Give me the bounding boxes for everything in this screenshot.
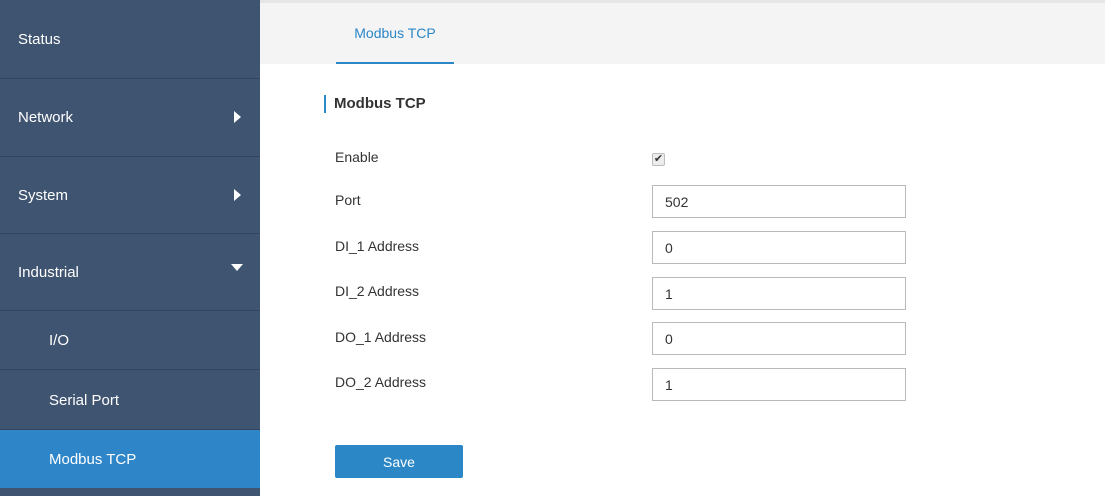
sidebar-item-serial-port[interactable]: Serial Port <box>0 370 260 430</box>
do1-address-label: DO_1 Address <box>335 329 427 345</box>
tab-modbus-tcp[interactable]: Modbus TCP <box>336 3 454 64</box>
enable-checkbox[interactable]: ✔ <box>652 153 665 166</box>
sidebar-item-label: Serial Port <box>49 392 120 409</box>
sidebar-item-label: System <box>18 187 69 204</box>
enable-label: Enable <box>335 149 379 165</box>
chevron-down-icon <box>231 264 243 271</box>
save-button[interactable]: Save <box>335 445 463 478</box>
sidebar-footer-strip <box>0 488 260 496</box>
tab-bar: Modbus TCP <box>260 0 1105 64</box>
chevron-right-icon <box>234 189 241 201</box>
sidebar-item-label: Network <box>18 109 74 126</box>
checkmark-icon: ✔ <box>653 153 664 165</box>
sidebar-item-label: Industrial <box>18 264 79 281</box>
sidebar: Status Network System Industrial I/O Ser… <box>0 0 260 496</box>
sidebar-item-modbus-tcp[interactable]: Modbus TCP <box>0 430 260 488</box>
port-input[interactable] <box>652 185 906 218</box>
sidebar-item-io[interactable]: I/O <box>0 311 260 370</box>
sidebar-item-industrial[interactable]: Industrial <box>0 234 260 311</box>
sidebar-item-label: Status <box>18 31 61 48</box>
do2-address-label: DO_2 Address <box>335 374 427 390</box>
sidebar-item-label: Modbus TCP <box>49 451 137 468</box>
di2-address-label: DI_2 Address <box>335 283 420 299</box>
sidebar-item-status[interactable]: Status <box>0 0 260 79</box>
chevron-right-icon <box>234 111 241 123</box>
do1-address-input[interactable] <box>652 322 906 355</box>
sidebar-item-system[interactable]: System <box>0 157 260 234</box>
sidebar-item-label: I/O <box>49 332 70 349</box>
port-label: Port <box>335 192 361 208</box>
di1-address-input[interactable] <box>652 231 906 264</box>
section-title: Modbus TCP <box>324 95 426 113</box>
di2-address-input[interactable] <box>652 277 906 310</box>
sidebar-item-network[interactable]: Network <box>0 79 260 157</box>
do2-address-input[interactable] <box>652 368 906 401</box>
di1-address-label: DI_1 Address <box>335 238 420 254</box>
